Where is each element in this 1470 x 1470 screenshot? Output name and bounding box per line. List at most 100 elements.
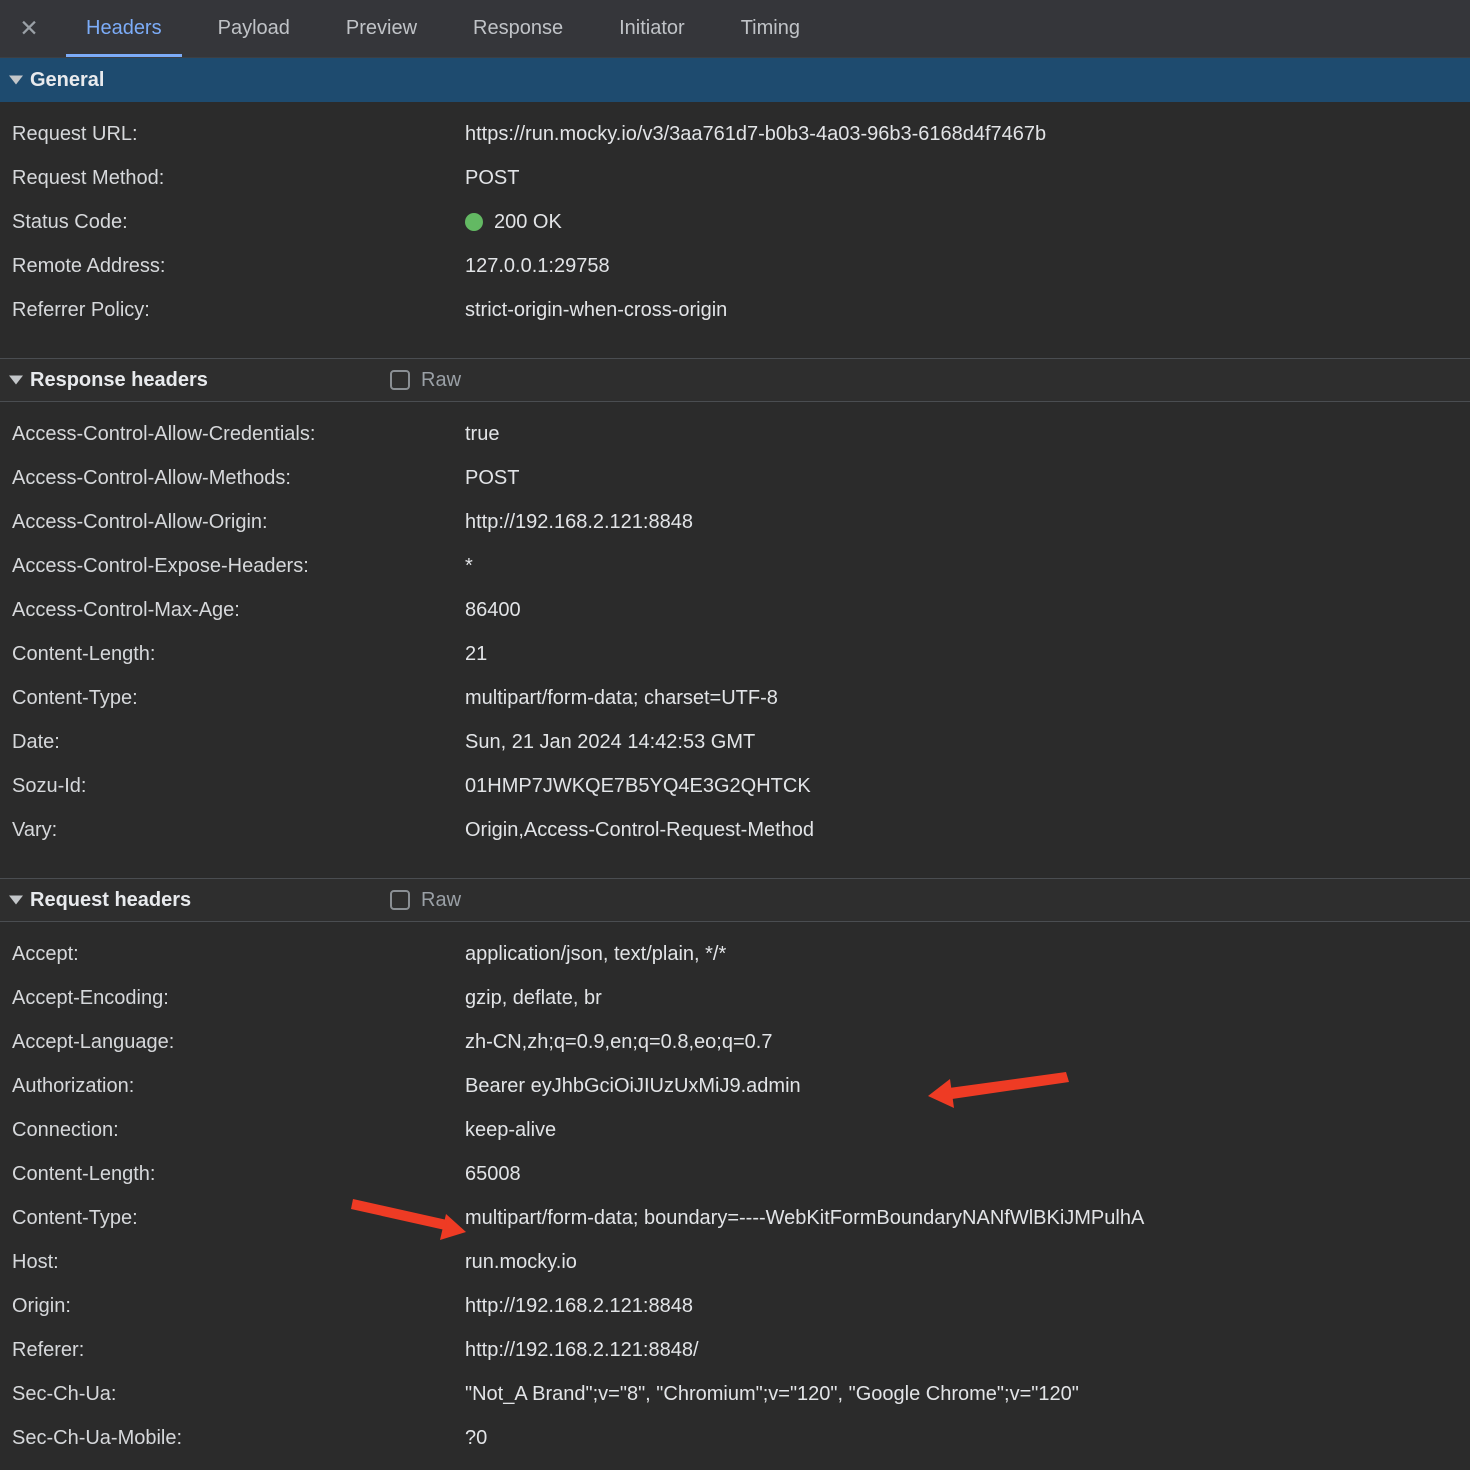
raw-label: Raw [421,889,461,912]
header-name: Referrer Policy: [0,299,465,322]
header-name: Access-Control-Allow-Origin: [0,511,465,534]
header-value-text: http://192.168.2.121:8848/ [465,1339,699,1362]
header-name: Date: [0,731,465,754]
header-value: multipart/form-data; charset=UTF-8 [465,687,1470,710]
header-name: Sec-Ch-Ua: [0,1383,465,1406]
section-header-response-headers[interactable]: Response headersRaw [0,358,1470,402]
header-value: ?0 [465,1427,1470,1450]
header-row: Origin:http://192.168.2.121:8848 [0,1284,1470,1328]
disclosure-triangle-icon [9,76,23,85]
header-row: Content-Type:multipart/form-data; charse… [0,676,1470,720]
header-name: Sec-Ch-Ua-Mobile: [0,1427,465,1450]
header-value: Origin,Access-Control-Request-Method [465,819,1470,842]
close-icon[interactable]: ✕ [0,0,58,57]
header-row: Request URL:https://run.mocky.io/v3/3aa7… [0,112,1470,156]
header-value: POST [465,467,1470,490]
header-row: Access-Control-Expose-Headers:* [0,544,1470,588]
header-row: Referrer Policy:strict-origin-when-cross… [0,288,1470,332]
header-value-text: "Not_A Brand";v="8", "Chromium";v="120",… [465,1383,1079,1406]
header-row: Authorization:Bearer eyJhbGciOiJIUzUxMiJ… [0,1064,1470,1108]
header-value-text: strict-origin-when-cross-origin [465,299,727,322]
header-name: Access-Control-Max-Age: [0,599,465,622]
header-row: Connection:keep-alive [0,1108,1470,1152]
header-row: Request Method:POST [0,156,1470,200]
header-name: Origin: [0,1295,465,1318]
raw-toggle[interactable]: Raw [390,879,461,921]
header-row: Sozu-Id:01HMP7JWKQE7B5YQ4E3G2QHTCK [0,764,1470,808]
header-value-text: true [465,423,499,446]
header-row: Accept-Language:zh-CN,zh;q=0.9,en;q=0.8,… [0,1020,1470,1064]
header-name: Content-Length: [0,1163,465,1186]
header-value: 86400 [465,599,1470,622]
header-row: Date:Sun, 21 Jan 2024 14:42:53 GMT [0,720,1470,764]
header-value: gzip, deflate, br [465,987,1470,1010]
header-name: Request URL: [0,123,465,146]
tab-strip: HeadersPayloadPreviewResponseInitiatorTi… [58,0,828,57]
header-value-text: 86400 [465,599,521,622]
header-value-text: 127.0.0.1:29758 [465,255,610,278]
header-value: keep-alive [465,1119,1470,1142]
header-name: Status Code: [0,211,465,234]
header-name: Content-Type: [0,1207,465,1230]
raw-toggle[interactable]: Raw [390,359,461,401]
header-value: run.mocky.io [465,1251,1470,1274]
header-rows: Request URL:https://run.mocky.io/v3/3aa7… [0,102,1470,342]
section-title: General [30,69,104,92]
header-name: Content-Type: [0,687,465,710]
header-value-text: multipart/form-data; charset=UTF-8 [465,687,778,710]
raw-checkbox[interactable] [390,890,410,910]
header-name: Accept-Encoding: [0,987,465,1010]
header-value-text: Bearer eyJhbGciOiJIUzUxMiJ9.admin [465,1075,801,1098]
header-name: Request Method: [0,167,465,190]
tab-timing[interactable]: Timing [719,0,822,57]
header-value-text: 200 OK [494,211,562,234]
raw-checkbox[interactable] [390,370,410,390]
header-value-text: 01HMP7JWKQE7B5YQ4E3G2QHTCK [465,775,811,798]
disclosure-triangle-icon [9,376,23,385]
header-name: Connection: [0,1119,465,1142]
header-value: http://192.168.2.121:8848 [465,511,1470,534]
status-ok-dot-icon [465,213,483,231]
header-name: Accept: [0,943,465,966]
header-rows: Access-Control-Allow-Credentials:true Acc… [0,402,1470,862]
header-value-text: zh-CN,zh;q=0.9,en;q=0.8,eo;q=0.7 [465,1031,772,1054]
header-row: Host:run.mocky.io [0,1240,1470,1284]
header-value-text: 21 [465,643,487,666]
header-name: Access-Control-Allow-Methods: [0,467,465,490]
header-value-text: Origin,Access-Control-Request-Method [465,819,814,842]
tab-preview[interactable]: Preview [324,0,439,57]
raw-label: Raw [421,369,461,392]
header-row: Access-Control-Allow-Origin:http://192.1… [0,500,1470,544]
header-row: Accept:application/json, text/plain, */* [0,932,1470,976]
header-row: Status Code: 200 OK [0,200,1470,244]
header-row: Access-Control-Max-Age:86400 [0,588,1470,632]
header-name: Referer: [0,1339,465,1362]
header-value: 21 [465,643,1470,666]
tab-payload[interactable]: Payload [196,0,312,57]
header-value-text: gzip, deflate, br [465,987,602,1010]
header-name: Authorization: [0,1075,465,1098]
header-value-text: run.mocky.io [465,1251,577,1274]
header-value: http://192.168.2.121:8848/ [465,1339,1470,1362]
tab-response[interactable]: Response [451,0,585,57]
devtools-network-headers-panel: { "tab_bar": { "close_glyph": "✕", "tabs… [0,0,1470,1468]
header-row: Accept-Encoding:gzip, deflate, br [0,976,1470,1020]
header-value: application/json, text/plain, */* [465,943,1470,966]
header-value: http://192.168.2.121:8848 [465,1295,1470,1318]
tab-headers[interactable]: Headers [64,0,184,57]
tab-initiator[interactable]: Initiator [597,0,707,57]
header-name: Vary: [0,819,465,842]
header-value: 65008 [465,1163,1470,1186]
tab-bar: ✕ HeadersPayloadPreviewResponseInitiator… [0,0,1470,58]
header-row: Access-Control-Allow-Credentials:true [0,412,1470,456]
header-value: true [465,423,1470,446]
header-value: strict-origin-when-cross-origin [465,299,1470,322]
section-header-general[interactable]: General [0,58,1470,102]
header-value: POST [465,167,1470,190]
header-value-text: keep-alive [465,1119,556,1142]
header-value-text: * [465,555,473,578]
header-name: Content-Length: [0,643,465,666]
section-header-request-headers[interactable]: Request headersRaw [0,878,1470,922]
header-value-text: http://192.168.2.121:8848 [465,1295,693,1318]
header-row: Content-Type:multipart/form-data; bounda… [0,1196,1470,1240]
